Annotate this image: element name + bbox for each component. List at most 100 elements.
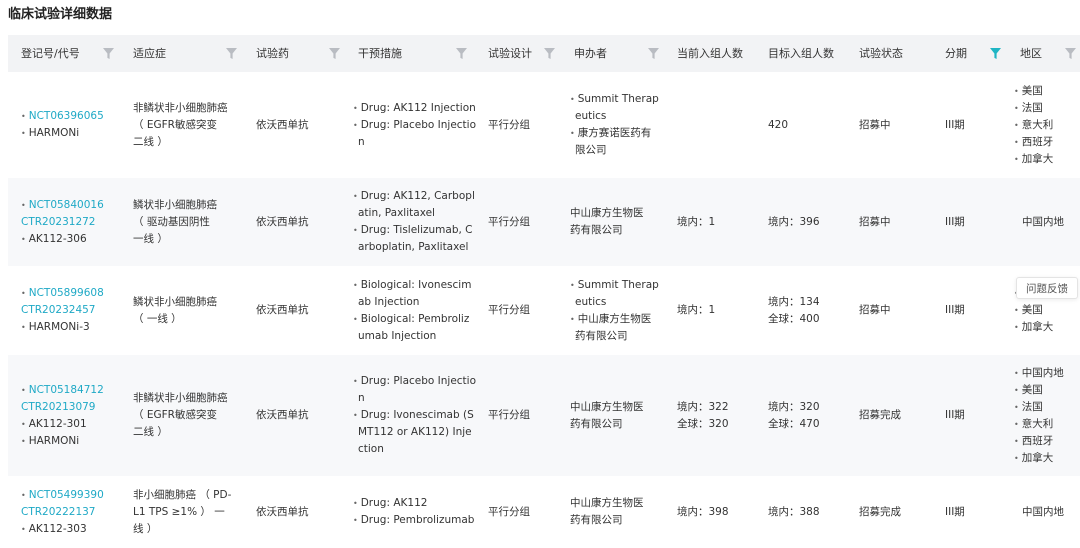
filter-active-icon[interactable] bbox=[990, 48, 1001, 59]
trial-code: AK112-306 bbox=[21, 231, 126, 248]
sponsor-line: eutics bbox=[575, 295, 607, 308]
cell-indication: 鳞状非小细胞肺癌 （ 一线 ） bbox=[133, 266, 251, 355]
intervention-line: atin, Paxlitaxel bbox=[358, 207, 435, 219]
trial-id-link[interactable]: CTR20232457 bbox=[21, 302, 126, 319]
trial-id-link[interactable]: CTR20213079 bbox=[21, 399, 126, 416]
design-text: 平行分组 bbox=[488, 304, 530, 316]
cell-status: 招募中 bbox=[859, 266, 939, 355]
cell-phase: III期 bbox=[945, 178, 1015, 266]
region-item: 中国内地 bbox=[1022, 215, 1064, 228]
intervention-line: Drug: Ivonescimab (S bbox=[353, 407, 485, 424]
region-item: 法国 bbox=[1014, 100, 1080, 117]
region-item: 意大利 bbox=[1014, 416, 1080, 433]
filter-icon[interactable] bbox=[103, 48, 114, 59]
phase-text: III期 bbox=[945, 505, 965, 518]
cell-sponsor: 中山康方生物医 药有限公司 bbox=[570, 355, 670, 476]
drug-text: 依沃西单抗 bbox=[256, 505, 309, 518]
status-text: 招募完成 bbox=[859, 409, 901, 421]
status-text: 招募完成 bbox=[859, 505, 901, 518]
drug-text: 依沃西单抗 bbox=[256, 304, 309, 316]
indication-line: 一线 ） bbox=[133, 232, 168, 245]
cell-indication: 鳞状非小细胞肺癌 （ 驱动基因阴性 一线 ） bbox=[133, 178, 251, 266]
cell-drug: 依沃西单抗 bbox=[256, 72, 351, 178]
indication-line: （ 驱动基因阴性 bbox=[133, 215, 210, 228]
status-text: 招募中 bbox=[859, 215, 891, 228]
feedback-button[interactable]: 问题反馈 bbox=[1016, 277, 1078, 299]
filter-icon[interactable] bbox=[456, 48, 467, 59]
col-design: 试验设计 bbox=[488, 47, 532, 60]
current-enroll-line: 全球：320 bbox=[677, 417, 729, 430]
indication-line: 非小细胞肺癌 （ PD- bbox=[133, 488, 232, 501]
cell-design: 平行分组 bbox=[488, 266, 568, 355]
sponsor-line: 药有限公司 bbox=[575, 329, 628, 342]
cell-current-enroll: 境内：1 bbox=[677, 178, 762, 266]
cell-design: 平行分组 bbox=[488, 476, 568, 548]
trial-code: HARMONi-3 bbox=[21, 319, 126, 336]
filter-icon[interactable] bbox=[544, 48, 555, 59]
phase-text: III期 bbox=[945, 304, 965, 316]
status-text: 招募中 bbox=[859, 118, 891, 131]
cell-status: 招募中 bbox=[859, 72, 939, 178]
col-indication: 适应症 bbox=[133, 47, 166, 60]
indication-line: （ EGFR敏感突变 bbox=[133, 118, 217, 131]
col-sponsor: 申办者 bbox=[574, 47, 607, 60]
trial-id-link[interactable]: NCT05499390 bbox=[21, 487, 126, 504]
sponsor-line: 药有限公司 bbox=[570, 417, 623, 430]
sponsor-line: 中山康方生物医 bbox=[570, 497, 644, 509]
region-item: 加拿大 bbox=[1014, 450, 1080, 467]
design-text: 平行分组 bbox=[488, 215, 530, 228]
sponsor-line: 中山康方生物医 bbox=[570, 311, 670, 328]
region-item: 美国 bbox=[1014, 302, 1080, 319]
target-enroll-line: 全球：470 bbox=[768, 417, 820, 430]
phase-text: III期 bbox=[945, 409, 965, 421]
intervention-line: Drug: Placebo Injectio bbox=[353, 373, 485, 390]
region-item: 美国 bbox=[1014, 83, 1080, 100]
trial-id-link[interactable]: CTR20222137 bbox=[21, 504, 126, 521]
trial-id-link[interactable]: NCT06396065 bbox=[21, 108, 126, 125]
drug-text: 依沃西单抗 bbox=[256, 409, 309, 421]
cell-intervention: Drug: AK112Drug: Pembrolizumab bbox=[353, 476, 485, 548]
cell-sponsor: Summit Therapeutics 中山康方生物医药有限公司 bbox=[570, 266, 670, 355]
filter-icon[interactable] bbox=[648, 48, 659, 59]
design-text: 平行分组 bbox=[488, 118, 530, 131]
trial-id-link[interactable]: CTR20231272 bbox=[21, 214, 126, 231]
cell-phase: III期 bbox=[945, 355, 1015, 476]
col-reg-id: 登记号/代号 bbox=[21, 47, 80, 60]
sponsor-line: 中山康方生物医 bbox=[570, 400, 644, 413]
indication-line: 非鳞状非小细胞肺癌 bbox=[133, 101, 228, 114]
trial-code: HARMONi bbox=[21, 433, 126, 450]
sponsor-line: 药有限公司 bbox=[570, 224, 623, 236]
intervention-line: Drug: AK112, Carbopl bbox=[353, 188, 485, 205]
target-enroll-line: 420 bbox=[768, 118, 789, 131]
region-item: 中国内地 bbox=[1014, 365, 1080, 382]
cell-current-enroll: 境内：322 全球：320 bbox=[677, 355, 762, 476]
design-text: 平行分组 bbox=[488, 409, 530, 421]
cell-status: 招募中 bbox=[859, 178, 939, 266]
current-enroll-line: 境内：398 bbox=[677, 505, 729, 518]
col-phase: 分期 bbox=[945, 47, 967, 60]
filter-icon[interactable] bbox=[329, 48, 340, 59]
current-enroll-line: 境内：1 bbox=[677, 215, 716, 228]
col-target-enroll: 目标入组人数 bbox=[768, 47, 834, 60]
cell-sponsor: 中山康方生物医 药有限公司 bbox=[570, 178, 670, 266]
trial-id-link[interactable]: NCT05840016 bbox=[21, 197, 126, 214]
indication-line: 线 ） bbox=[133, 522, 158, 535]
filter-icon[interactable] bbox=[1065, 48, 1076, 59]
cell-current-enroll: 境内：1 bbox=[677, 266, 762, 355]
phase-text: III期 bbox=[945, 118, 965, 131]
trial-id-link[interactable]: NCT05899608 bbox=[21, 285, 126, 302]
status-text: 招募中 bbox=[859, 304, 891, 316]
cell-target-enroll: 420 bbox=[768, 72, 853, 178]
col-region: 地区 bbox=[1020, 47, 1042, 60]
filter-icon[interactable] bbox=[226, 48, 237, 59]
cell-sponsor: Summit Therap eutics 康方赛诺医药有限公司 bbox=[570, 72, 670, 178]
intervention-line: Biological: Ivonescim bbox=[353, 277, 485, 294]
trial-id-link[interactable]: NCT05184712 bbox=[21, 382, 126, 399]
col-drug: 试验药 bbox=[256, 47, 289, 60]
table-row: NCT05499390CTR20222137AK112-303非小细胞肺癌 （ … bbox=[8, 476, 1080, 548]
cell-intervention: Biological: Ivonescimab Injection Biologi… bbox=[353, 266, 485, 355]
col-status: 试验状态 bbox=[859, 47, 903, 60]
target-enroll-line: 境内：320 bbox=[768, 400, 820, 413]
intervention-line: Drug: Tislelizumab, C bbox=[353, 222, 485, 239]
intervention-line: MT112 or AK112) Inje bbox=[358, 426, 472, 438]
